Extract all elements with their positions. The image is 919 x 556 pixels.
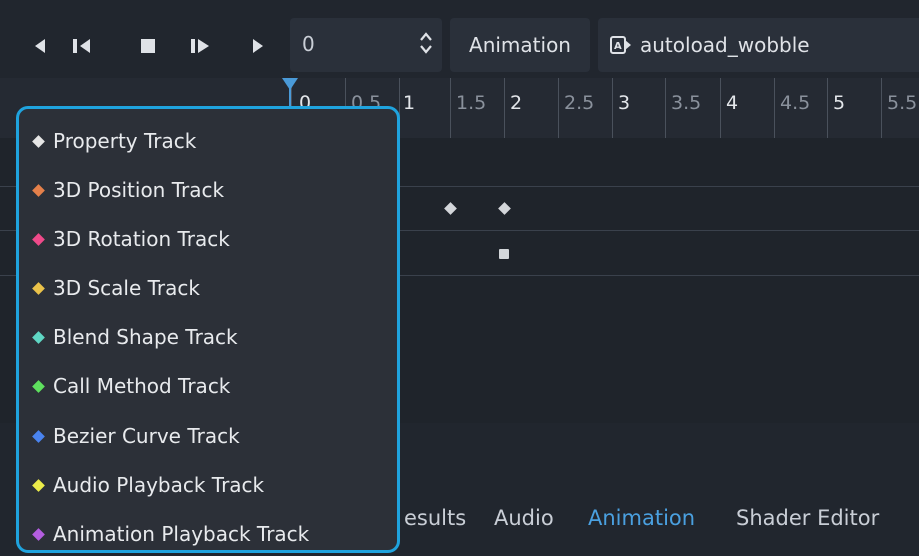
position-track-diamond-icon (32, 183, 45, 197)
tick-label: 3.5 (671, 92, 702, 114)
tick-label: 2.5 (564, 92, 595, 114)
call-method-track-diamond-icon (32, 379, 45, 393)
keyframe[interactable] (499, 249, 509, 259)
play-backwards-from-current-icon (73, 39, 90, 53)
timeline-tick: 3.5 (665, 78, 701, 138)
play-icon (253, 39, 263, 53)
menu-item-bezier-curve-track[interactable]: Bezier Curve Track (31, 418, 240, 454)
menu-item-label: 3D Scale Track (53, 276, 200, 300)
menu-item-blend-shape-track[interactable]: Blend Shape Track (31, 319, 238, 355)
timeline-tick: 2.5 (558, 78, 594, 138)
menu-item-3d-position-track[interactable]: 3D Position Track (31, 172, 224, 208)
tick-label: 4.5 (780, 92, 811, 114)
timeline-tick: 5 (827, 78, 845, 138)
audio-track-diamond-icon (32, 478, 45, 492)
menu-item-property-track[interactable]: Property Track (31, 123, 196, 159)
menu-item-3d-rotation-track[interactable]: 3D Rotation Track (31, 221, 230, 257)
animation-toolbar: 0 Animation A autoload_wobble (0, 0, 919, 78)
bezier-track-diamond-icon (32, 429, 45, 443)
timeline-tick: 4 (720, 78, 738, 138)
tick-label: 4 (726, 92, 739, 114)
timeline-tick: 2 (504, 78, 522, 138)
spinner-arrows-icon[interactable] (418, 30, 434, 56)
scale-track-diamond-icon (32, 281, 45, 295)
timeline-tick: 4.5 (774, 78, 810, 138)
timeline-tick: 5.5 (881, 78, 917, 138)
menu-item-label: Bezier Curve Track (53, 424, 240, 448)
menu-item-label: Audio Playback Track (53, 473, 265, 497)
tick-label: 1.5 (456, 92, 487, 114)
menu-item-label: Blend Shape Track (53, 325, 238, 349)
playhead-handle[interactable] (282, 78, 298, 90)
tick-label: 2 (510, 92, 523, 114)
tick-label: 1 (403, 92, 416, 114)
play-backwards-from-end-button[interactable] (26, 28, 54, 64)
play-from-start-button[interactable] (244, 28, 272, 64)
tab-search-results[interactable]: esults (404, 506, 466, 530)
timeline-tick: 1.5 (450, 78, 486, 138)
animation-track-diamond-icon (32, 527, 45, 541)
menu-item-label: Call Method Track (53, 374, 231, 398)
tick-label: 5 (833, 92, 846, 114)
play-from-current-button[interactable] (186, 28, 214, 64)
blend-shape-track-diamond-icon (32, 330, 45, 344)
animation-name: autoload_wobble (640, 33, 810, 57)
menu-item-animation-playback-track[interactable]: Animation Playback Track (31, 516, 309, 552)
menu-item-label: Property Track (53, 129, 197, 153)
frame-position-field[interactable]: 0 (290, 18, 442, 72)
tick-label: 5.5 (887, 92, 918, 114)
menu-item-label: 3D Position Track (53, 178, 225, 202)
add-track-menu: Property Track 3D Position Track 3D Rota… (16, 106, 400, 553)
play-from-current-icon (191, 39, 209, 53)
rotation-track-diamond-icon (32, 232, 45, 246)
menu-item-label: Animation Playback Track (53, 522, 310, 546)
play-backwards-button[interactable] (68, 28, 96, 64)
animation-menu-button[interactable]: Animation (450, 18, 590, 72)
tab-audio[interactable]: Audio (494, 506, 554, 530)
play-backwards-icon (35, 39, 45, 53)
menu-item-call-method-track[interactable]: Call Method Track (31, 368, 230, 404)
stop-button[interactable] (134, 28, 162, 64)
frame-position-value[interactable]: 0 (302, 32, 315, 56)
svg-text:A: A (614, 41, 622, 52)
timeline-tick: 3 (612, 78, 630, 138)
animation-selector[interactable]: A autoload_wobble (598, 18, 919, 72)
menu-item-3d-scale-track[interactable]: 3D Scale Track (31, 270, 200, 306)
property-track-diamond-icon (32, 134, 45, 148)
stop-icon (141, 39, 155, 53)
tab-animation[interactable]: Animation (588, 506, 695, 530)
tick-label: 3 (618, 92, 631, 114)
menu-item-label: 3D Rotation Track (53, 227, 230, 251)
tab-shader-editor[interactable]: Shader Editor (736, 506, 879, 530)
autoplay-icon: A (610, 35, 632, 55)
menu-item-audio-playback-track[interactable]: Audio Playback Track (31, 467, 264, 503)
